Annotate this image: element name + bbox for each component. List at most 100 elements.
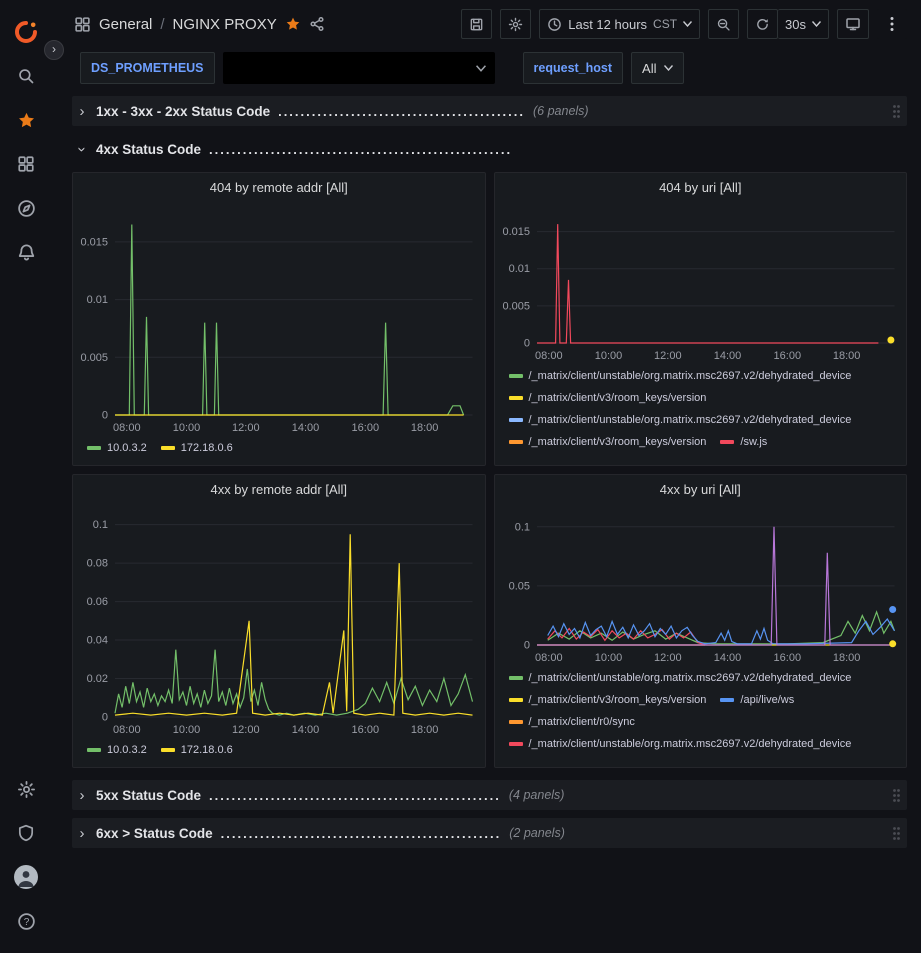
panel-title[interactable]: 4xx by remote addr [All] bbox=[73, 475, 485, 503]
dashboards-grid-icon bbox=[17, 155, 35, 173]
favorite-star-icon[interactable] bbox=[285, 16, 301, 32]
refresh-icon bbox=[755, 17, 770, 32]
shield-icon bbox=[17, 824, 35, 842]
chart-canvas[interactable]: 0.10.05008:0010:0012:0014:0016:0018:00 bbox=[495, 503, 907, 667]
legend-item[interactable]: /_matrix/client/r0/sync bbox=[509, 716, 635, 728]
refresh-interval-select[interactable]: 30s bbox=[778, 9, 829, 39]
sidebar-item-explore[interactable] bbox=[6, 186, 46, 230]
row-panel-count: (6 panels) bbox=[533, 104, 589, 118]
save-icon bbox=[469, 17, 484, 32]
legend-swatch bbox=[509, 418, 523, 422]
chart-canvas[interactable]: 0.0150.010.005008:0010:0012:0014:0016:00… bbox=[495, 201, 907, 365]
legend-row: /_matrix/client/unstable/org.matrix.msc2… bbox=[509, 365, 899, 387]
svg-text:14:00: 14:00 bbox=[292, 422, 320, 434]
panel-title[interactable]: 404 by uri [All] bbox=[495, 173, 907, 201]
legend-item[interactable]: 10.0.3.2 bbox=[87, 744, 147, 756]
time-range-picker[interactable]: Last 12 hours CST bbox=[539, 9, 700, 39]
legend-swatch bbox=[161, 748, 175, 752]
legend-item[interactable]: /sw.js bbox=[720, 436, 767, 448]
chevron-down-icon bbox=[476, 65, 486, 72]
sidebar-item-help[interactable]: ? bbox=[6, 899, 46, 943]
top-navigation: General / NGINX PROXY bbox=[52, 0, 921, 48]
tv-mode-button[interactable] bbox=[837, 9, 869, 39]
zoom-out-time-button[interactable] bbox=[708, 9, 739, 39]
svg-text:0.005: 0.005 bbox=[502, 300, 530, 312]
legend-item[interactable]: 172.18.0.6 bbox=[161, 744, 233, 756]
svg-text:16:00: 16:00 bbox=[352, 724, 380, 736]
sidebar-item-configuration[interactable] bbox=[6, 767, 46, 811]
dashboard-canvas: › 1xx - 3xx - 2xx Status Code ..........… bbox=[52, 88, 921, 953]
sidebar-item-starred[interactable] bbox=[6, 98, 46, 142]
legend-item[interactable]: 10.0.3.2 bbox=[87, 442, 147, 454]
dashboard-row-6xx[interactable]: › 6xx > Status Code ....................… bbox=[72, 818, 907, 848]
grafana-logo[interactable] bbox=[6, 10, 46, 54]
sidebar-item-search[interactable] bbox=[6, 54, 46, 98]
legend-item[interactable]: /_matrix/client/v3/room_keys/version bbox=[509, 436, 707, 448]
timezone-label: CST bbox=[653, 17, 677, 31]
legend-item[interactable]: /api/live/ws bbox=[720, 694, 794, 706]
row-title: 1xx - 3xx - 2xx Status Code bbox=[96, 104, 270, 119]
dashboard-settings-button[interactable] bbox=[500, 9, 531, 39]
save-dashboard-button[interactable] bbox=[461, 9, 492, 39]
chevron-down-icon bbox=[664, 65, 673, 71]
legend-item[interactable]: /_matrix/client/v3/room_keys/version bbox=[509, 392, 707, 404]
legend-swatch bbox=[509, 698, 523, 702]
svg-text:0.1: 0.1 bbox=[514, 521, 529, 533]
row-dots: ........................................… bbox=[209, 142, 512, 157]
panel-title[interactable]: 4xx by uri [All] bbox=[495, 475, 907, 503]
breadcrumb-folder[interactable]: General bbox=[99, 16, 152, 33]
svg-text:10:00: 10:00 bbox=[173, 422, 201, 434]
chevron-down-icon: › bbox=[74, 143, 91, 155]
row-dots: ........................................… bbox=[278, 104, 525, 119]
svg-text:14:00: 14:00 bbox=[292, 724, 320, 736]
share-icon[interactable] bbox=[309, 16, 325, 32]
legend-item[interactable]: /_matrix/client/unstable/org.matrix.msc2… bbox=[509, 672, 852, 684]
gear-icon bbox=[508, 17, 523, 32]
time-range-label: Last 12 hours bbox=[568, 17, 647, 32]
sidebar-item-profile[interactable] bbox=[6, 855, 46, 899]
legend-item[interactable]: /_matrix/client/unstable/org.matrix.msc2… bbox=[509, 370, 852, 382]
legend-row: /_matrix/client/v3/room_keys/version/api… bbox=[509, 689, 899, 711]
monitor-icon bbox=[845, 16, 861, 32]
sidebar-item-alerting[interactable] bbox=[6, 230, 46, 274]
request-host-variable-value: All bbox=[642, 61, 656, 76]
panel-legend: /_matrix/client/unstable/org.matrix.msc2… bbox=[495, 667, 907, 759]
star-icon bbox=[17, 111, 36, 130]
gear-icon bbox=[17, 780, 36, 799]
dashboard-row-1xx-3xx-2xx[interactable]: › 1xx - 3xx - 2xx Status Code ..........… bbox=[72, 96, 907, 126]
sidebar-item-dashboards[interactable] bbox=[6, 142, 46, 186]
datasource-variable-select[interactable] bbox=[223, 52, 495, 84]
apps-grid-icon bbox=[74, 16, 91, 33]
dashboard-row-4xx[interactable]: › 4xx Status Code ......................… bbox=[72, 134, 907, 164]
chevron-right-icon: › bbox=[76, 103, 88, 120]
legend-item[interactable]: /_matrix/client/v3/room_keys/version bbox=[509, 694, 707, 706]
legend-row: /_matrix/client/unstable/org.matrix.msc2… bbox=[509, 409, 899, 431]
dashboard-title[interactable]: NGINX PROXY bbox=[173, 16, 277, 33]
legend-swatch bbox=[509, 396, 523, 400]
request-host-variable-label[interactable]: request_host bbox=[523, 52, 624, 84]
row-dots: ........................................… bbox=[221, 826, 502, 841]
request-host-variable-select[interactable]: All bbox=[631, 52, 684, 84]
legend-item[interactable]: /_matrix/client/unstable/org.matrix.msc2… bbox=[509, 738, 852, 750]
sidebar-expand-button[interactable]: › bbox=[44, 40, 64, 60]
svg-text:12:00: 12:00 bbox=[654, 350, 682, 362]
svg-text:08:00: 08:00 bbox=[535, 652, 563, 664]
panel-title[interactable]: 404 by remote addr [All] bbox=[73, 173, 485, 201]
drag-handle-icon[interactable] bbox=[892, 788, 901, 803]
legend-row: /_matrix/client/r0/sync bbox=[509, 711, 899, 733]
legend-item[interactable]: 172.18.0.6 bbox=[161, 442, 233, 454]
legend-item[interactable]: /_matrix/client/unstable/org.matrix.msc2… bbox=[509, 414, 852, 426]
chart-canvas[interactable]: 0.10.080.060.040.02008:0010:0012:0014:00… bbox=[73, 503, 485, 739]
dashboard-row-5xx[interactable]: › 5xx Status Code ......................… bbox=[72, 780, 907, 810]
datasource-variable-label[interactable]: DS_PROMETHEUS bbox=[80, 52, 215, 84]
grafana-app: ? › General / NGINX PROXY bbox=[0, 0, 921, 953]
chart-canvas[interactable]: 0.0150.010.005008:0010:0012:0014:0016:00… bbox=[73, 201, 485, 437]
refresh-button[interactable] bbox=[747, 9, 778, 39]
drag-handle-icon[interactable] bbox=[892, 104, 901, 119]
panel-legend: /_matrix/client/unstable/org.matrix.msc2… bbox=[495, 365, 907, 457]
svg-text:18:00: 18:00 bbox=[832, 350, 860, 362]
svg-text:0: 0 bbox=[102, 410, 108, 422]
more-options-button[interactable] bbox=[877, 9, 907, 39]
drag-handle-icon[interactable] bbox=[892, 826, 901, 841]
sidebar-item-server-admin[interactable] bbox=[6, 811, 46, 855]
